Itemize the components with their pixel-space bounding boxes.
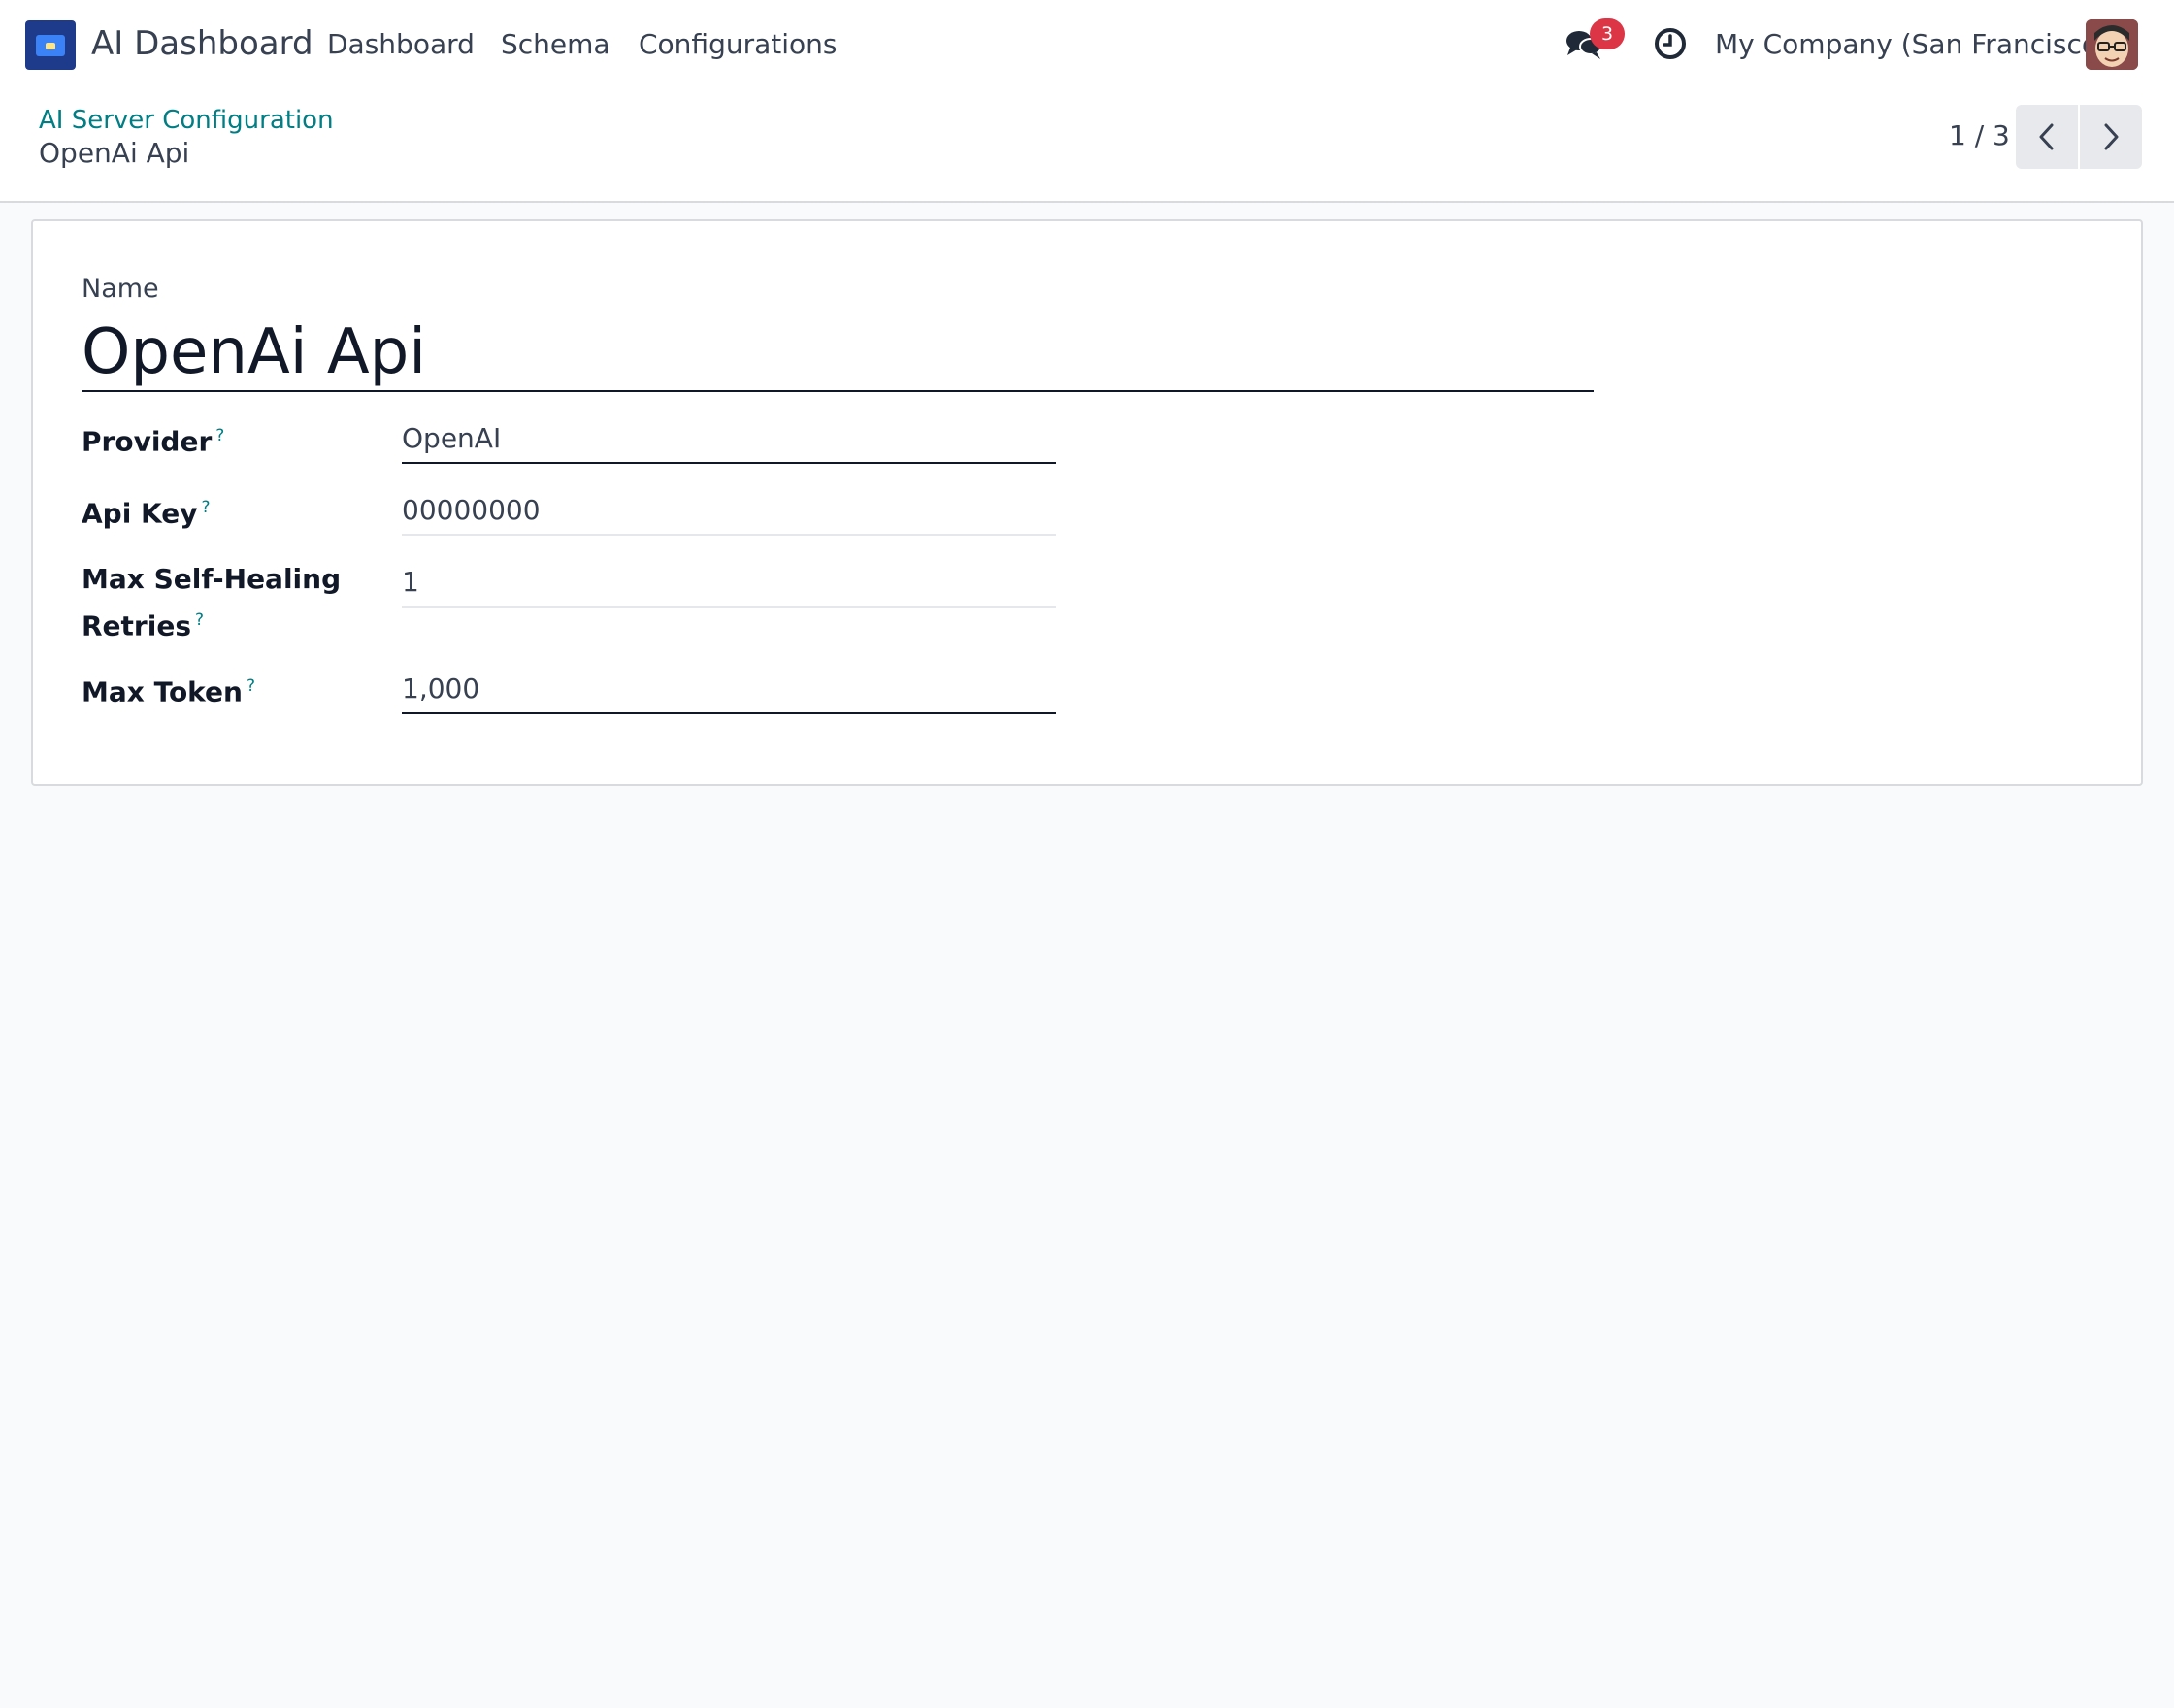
name-label: Name (82, 274, 159, 304)
clock-icon[interactable] (1654, 27, 1687, 60)
api-key-input[interactable]: 00000000 (402, 489, 1056, 536)
control-panel: AI Server Configuration OpenAi Api 1 / 3 (0, 88, 2174, 203)
chevron-right-icon (2104, 123, 2119, 150)
menu-schema[interactable]: Schema (501, 26, 610, 63)
max-token-label-text: Max Token (82, 675, 243, 708)
avatar-face-icon (2086, 19, 2138, 70)
form-sheet: Name OpenAi Api Provider? OpenAI Api Key… (31, 219, 2143, 786)
max-self-healing-retries-label: Max Self-Healing Retries? (82, 559, 373, 646)
provider-label-text: Provider (82, 425, 213, 458)
user-avatar[interactable] (2086, 19, 2138, 70)
pager-value[interactable]: 1 / 3 (1949, 117, 2010, 154)
breadcrumb-current: OpenAi Api (39, 137, 190, 169)
chevron-left-icon (2039, 123, 2054, 150)
help-tooltip-icon[interactable]: ? (215, 426, 224, 445)
provider-select[interactable]: OpenAI (402, 417, 1056, 464)
app-title[interactable]: AI Dashboard (91, 21, 313, 66)
provider-label: Provider? (82, 415, 373, 462)
max-self-healing-retries-label-text: Max Self-Healing Retries (82, 563, 342, 642)
menu-dashboard[interactable]: Dashboard (327, 26, 475, 63)
max-self-healing-retries-input[interactable]: 1 (402, 561, 1056, 608)
name-input[interactable]: OpenAi Api (82, 314, 1594, 392)
pager-previous-button[interactable] (2016, 105, 2078, 169)
help-tooltip-icon[interactable]: ? (195, 610, 204, 630)
max-token-input[interactable]: 1,000 (402, 668, 1056, 714)
help-tooltip-icon[interactable]: ? (247, 676, 255, 696)
api-key-label: Api Key? (82, 487, 373, 534)
help-tooltip-icon[interactable]: ? (202, 498, 211, 517)
api-key-label-text: Api Key (82, 497, 198, 530)
company-switcher[interactable]: My Company (San Francisco) (1715, 26, 2109, 63)
menu-configurations[interactable]: Configurations (639, 26, 837, 63)
top-navbar: AI Dashboard Dashboard Schema Configurat… (0, 0, 2174, 88)
breadcrumb-parent-link[interactable]: AI Server Configuration (39, 104, 334, 137)
pager-next-button[interactable] (2080, 105, 2142, 169)
messages-badge: 3 (1590, 18, 1625, 49)
app-grid-icon[interactable] (25, 20, 76, 70)
max-token-label: Max Token? (82, 666, 373, 712)
